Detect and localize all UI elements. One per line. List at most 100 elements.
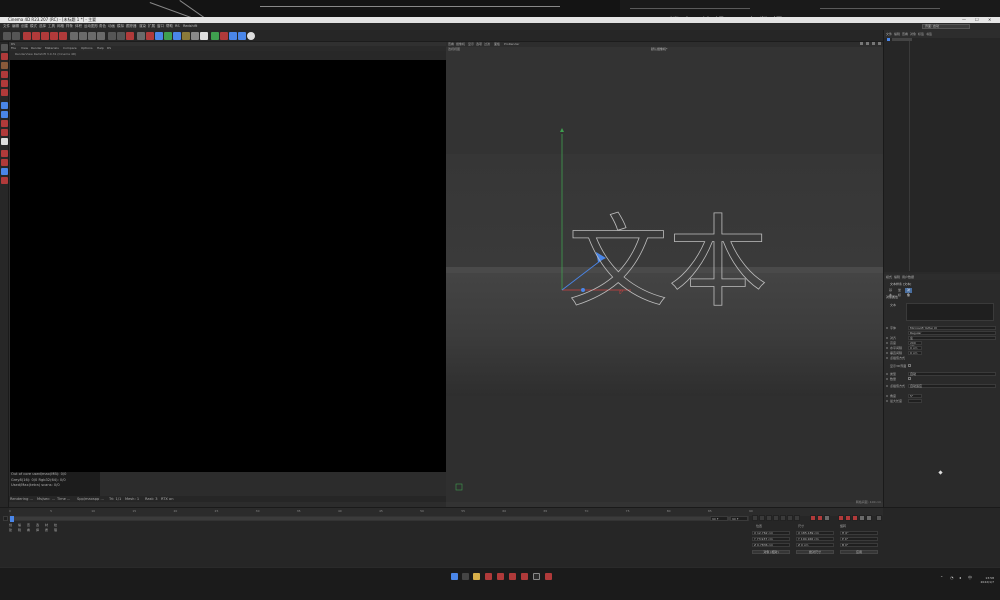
timeline-slider[interactable]	[9, 516, 749, 522]
redshift-ipr-icon[interactable]	[229, 32, 237, 40]
rotation-h-field[interactable]: H 0°	[840, 531, 878, 535]
menu-item[interactable]: 运动图形	[84, 24, 98, 29]
move-icon[interactable]	[32, 32, 40, 40]
position-x-field[interactable]: X 12.762 cm	[752, 531, 790, 535]
type-dropdown[interactable]: 自动	[908, 372, 996, 376]
prev-frame-icon[interactable]	[766, 515, 772, 521]
menu-item[interactable]: 选择	[39, 24, 46, 29]
material-menu-item[interactable]: 纹理	[54, 523, 57, 533]
redshift-icon[interactable]	[211, 32, 219, 40]
scale-icon[interactable]	[41, 32, 49, 40]
cube-icon[interactable]	[137, 32, 145, 40]
menu-item[interactable]: 体积	[75, 24, 82, 29]
tweak-icon[interactable]	[1, 111, 8, 118]
angle-field[interactable]: 5°	[908, 394, 922, 398]
undo-icon[interactable]	[3, 32, 11, 40]
workplane-icon[interactable]	[1, 138, 8, 145]
next-frame-icon[interactable]	[780, 515, 786, 521]
keyframe-dot-icon[interactable]	[886, 342, 888, 344]
text-content-field[interactable]	[906, 303, 994, 321]
position-y-field[interactable]: Y 73.937 cm	[752, 537, 790, 541]
start-icon[interactable]	[451, 573, 458, 580]
end-frame-field[interactable]: 90 F	[710, 516, 728, 521]
cloner-icon[interactable]	[164, 32, 172, 40]
material-menu-item[interactable]: 选择	[36, 523, 39, 533]
material-menu-item[interactable]: 编辑	[18, 523, 21, 533]
quantize-icon[interactable]	[1, 168, 8, 175]
align-dropdown[interactable]: 左	[908, 336, 996, 340]
scale-key-icon[interactable]	[845, 515, 851, 521]
menu-item[interactable]: Redshift	[183, 24, 197, 29]
menu-item[interactable]: 渲染	[139, 24, 146, 29]
keyframe-dot-icon[interactable]	[886, 347, 888, 349]
menu-item[interactable]: 窗口	[157, 24, 164, 29]
render-view-icon[interactable]	[108, 32, 116, 40]
vp-menu-item[interactable]: 过滤	[484, 42, 490, 47]
tab-coordinates[interactable]: 坐标	[896, 288, 903, 297]
record-keys-icon[interactable]	[810, 515, 816, 521]
make-editable-icon[interactable]	[1, 44, 8, 51]
light-icon[interactable]	[200, 32, 208, 40]
max-length-field[interactable]	[908, 399, 922, 403]
material-menu-item[interactable]: 查看	[27, 523, 30, 533]
app-icon[interactable]	[521, 573, 528, 580]
layout-dropdown[interactable]: 界面: 启动	[922, 24, 970, 29]
position-key-icon[interactable]	[838, 515, 844, 521]
x-axis-icon[interactable]	[70, 32, 78, 40]
size-mode-dropdown[interactable]: 绝对尺寸	[796, 550, 834, 554]
om-menu-item[interactable]: 查看	[902, 32, 908, 36]
viewport-solo-icon[interactable]	[1, 120, 8, 127]
horizontal-spacing-field[interactable]: 0 cm	[908, 346, 922, 350]
rotation-key-icon[interactable]	[852, 515, 858, 521]
parameter-key-icon[interactable]	[859, 515, 865, 521]
input-language[interactable]: 中	[968, 575, 972, 581]
menu-item[interactable]: 文件	[3, 24, 10, 29]
menu-item[interactable]: 工具	[48, 24, 55, 29]
go-to-end-icon[interactable]	[794, 515, 800, 521]
apply-button[interactable]: 应用	[840, 550, 878, 554]
font-style-dropdown[interactable]: Regular	[908, 331, 996, 335]
vp-menu-item[interactable]: 选项	[476, 42, 482, 47]
keyframe-dot-icon[interactable]	[886, 352, 888, 354]
menu-item[interactable]: 扩展	[148, 24, 155, 29]
material-menu-item[interactable]: 创建	[9, 523, 12, 533]
text-spline-object[interactable]: 文本	[568, 204, 769, 322]
om-menu-item[interactable]: 文件	[886, 32, 892, 36]
attr-menu-item[interactable]: 用户数据	[902, 275, 914, 279]
vp-menu-item[interactable]: ProRender	[504, 42, 519, 47]
redshift-light-icon[interactable]	[238, 32, 246, 40]
volume-icon[interactable]: ◂	[959, 575, 961, 580]
next-key-icon[interactable]	[787, 515, 793, 521]
menu-item[interactable]: 创建	[21, 24, 28, 29]
clock[interactable]: 13:58 2022/1/7	[981, 576, 994, 584]
position-z-field[interactable]: Z 0.7836 cm	[752, 543, 790, 547]
om-menu-item[interactable]: 标签	[918, 32, 924, 36]
coordinate-mode-dropdown[interactable]: 对象 (相对)	[752, 550, 790, 554]
interpolation-dropdown[interactable]: 自动适应	[908, 384, 996, 388]
menu-item[interactable]: 跟踪器	[126, 24, 137, 29]
app-icon[interactable]	[545, 573, 552, 580]
menu-item[interactable]: 模拟	[117, 24, 124, 29]
z-axis-icon[interactable]	[88, 32, 96, 40]
show-3d-checkbox[interactable]	[908, 364, 911, 367]
keyframe-dot-icon[interactable]	[886, 395, 888, 397]
keyframe-dot-icon[interactable]	[886, 337, 888, 339]
menu-item[interactable]: RS	[175, 24, 180, 29]
snap-icon[interactable]	[1, 129, 8, 136]
edges-mode-icon[interactable]	[1, 80, 8, 87]
model-mode-icon[interactable]	[1, 53, 8, 60]
planar-workplane-icon[interactable]	[1, 159, 8, 166]
toggle-view-icon[interactable]	[878, 42, 881, 45]
object-row[interactable]	[887, 38, 982, 41]
app-icon[interactable]	[497, 573, 504, 580]
max-frame-field[interactable]: 90 F	[730, 516, 748, 521]
y-axis-icon[interactable]	[79, 32, 87, 40]
font-dropdown[interactable]: Microsoft YaHei UI	[908, 326, 996, 330]
vp-menu-item[interactable]: 显示	[468, 42, 474, 47]
pla-key-icon[interactable]	[866, 515, 872, 521]
live-selection-icon[interactable]	[23, 32, 31, 40]
keyframe-dot-icon[interactable]	[886, 378, 888, 380]
points-mode-icon[interactable]	[1, 71, 8, 78]
vp-menu-item[interactable]: 面板	[494, 42, 500, 47]
autokey-icon[interactable]	[817, 515, 823, 521]
